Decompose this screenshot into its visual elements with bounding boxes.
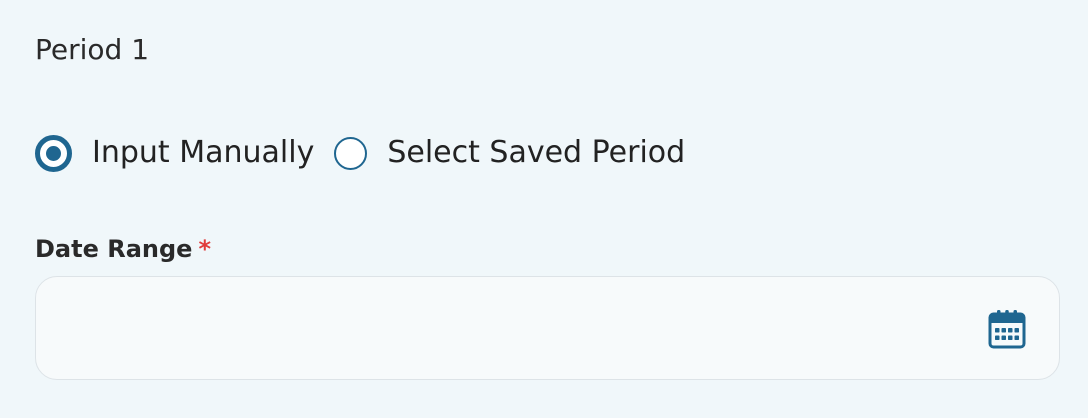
input-manually-label[interactable]: Input Manually [92, 130, 314, 176]
select-saved-period-radio[interactable] [334, 136, 368, 170]
required-asterisk: * [198, 235, 212, 263]
select-saved-period-label[interactable]: Select Saved Period [387, 130, 685, 176]
input-manually-option[interactable]: Input Manually [35, 130, 314, 176]
period-panel: Period 1 Input Manually Select Saved Per… [0, 0, 1088, 418]
period-title: Period 1 [35, 33, 150, 66]
date-range-field[interactable] [35, 276, 1060, 380]
input-manually-radio[interactable] [35, 134, 72, 172]
date-range-label: Date Range * [35, 232, 211, 266]
calendar-icon[interactable] [988, 309, 1026, 349]
date-range-label-text: Date Range [35, 235, 193, 263]
input-mode-radio-group: Input Manually Select Saved Period [35, 130, 685, 176]
select-saved-period-option[interactable]: Select Saved Period [334, 130, 685, 176]
date-range-input[interactable] [60, 307, 964, 351]
